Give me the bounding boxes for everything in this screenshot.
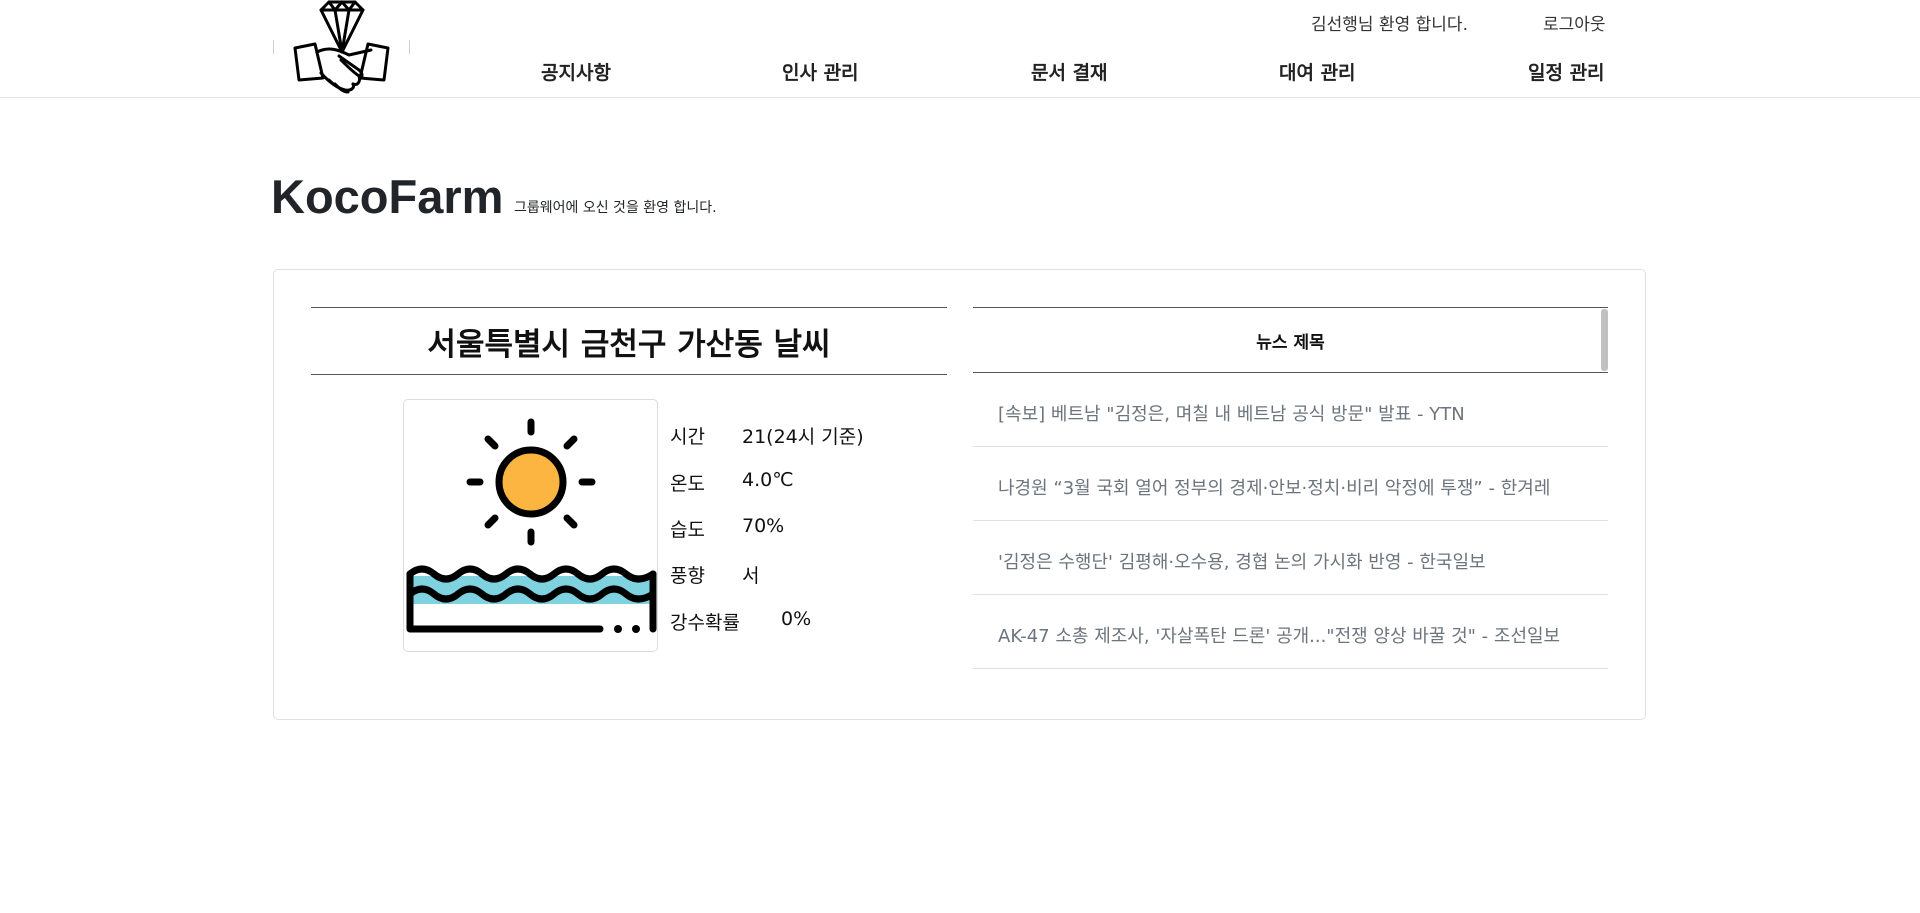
nav-hr-management[interactable]: 인사 관리 [782, 58, 859, 85]
news-item-title[interactable]: [속보] 베트남 "김정은, 며칠 내 베트남 공식 방문" 발표 - YTN [998, 400, 1465, 426]
nav-document-approval[interactable]: 문서 결재 [1031, 58, 1108, 85]
welcome-message: 김선행님 환영 합니다. [1311, 15, 1468, 35]
weather-value-temperature: 4.0℃ [742, 469, 794, 491]
weather-title: 서울특별시 금천구 가산동 날씨 [427, 326, 831, 363]
weather-label-time: 시간 [670, 426, 705, 448]
weather-value-wind: 서 [742, 565, 760, 587]
news-item-title[interactable]: '김정은 수행단' 김평해·오수용, 경협 논의 가시화 반영 - 한국일보 [998, 548, 1486, 574]
news-table-header: 뉴스 제목 [973, 307, 1608, 373]
logo[interactable] [273, 0, 410, 97]
logo-divider-right [409, 40, 410, 54]
nav-rental-management[interactable]: 대여 관리 [1279, 58, 1356, 85]
news-row[interactable]: '김정은 수행단' 김평해·오수용, 경협 논의 가시화 반영 - 한국일보 [973, 522, 1608, 595]
weather-value-humidity: 70% [742, 515, 785, 537]
weather-image [403, 399, 658, 652]
weather-label-precipitation: 강수확률 [670, 612, 740, 634]
news-row[interactable]: 나경원 “3월 국회 열어 정부의 경제·안보·정치·비리 악정에 투쟁” - … [973, 448, 1608, 521]
nav-schedule-management[interactable]: 일정 관리 [1528, 58, 1605, 85]
weather-label-temperature: 온도 [670, 473, 705, 495]
top-navigation-bar: 김선행님 환영 합니다. 로그아웃 공지사항 인사 관리 문서 결재 대여 관리… [0, 0, 1920, 98]
sun-over-sea-icon [406, 418, 657, 633]
logo-divider-left [273, 40, 274, 54]
news-item-title[interactable]: 나경원 “3월 국회 열어 정부의 경제·안보·정치·비리 악정에 투쟁” - … [998, 474, 1550, 500]
weather-label-wind: 풍향 [670, 565, 705, 587]
page-subtitle: 그룹웨어에 오신 것을 환영 합니다. [514, 200, 717, 216]
news-row[interactable]: [속보] 베트남 "김정은, 며칠 내 베트남 공식 방문" 발표 - YTN [973, 374, 1608, 447]
news-row[interactable]: AK-47 소총 제조사, '자살폭탄 드론' 공개..."전쟁 양상 바꿀 것… [973, 596, 1608, 669]
logout-link[interactable]: 로그아웃 [1543, 10, 1606, 35]
weather-header: 서울특별시 금천구 가산동 날씨 [311, 307, 947, 375]
page-title: KocoFarm [271, 170, 504, 223]
weather-value-precipitation: 0% [781, 608, 812, 630]
news-column-title: 뉴스 제목 [1256, 332, 1325, 353]
weather-value-time: 21(24시 기준) [742, 426, 864, 448]
nav-notice[interactable]: 공지사항 [541, 58, 611, 85]
diamond-handshake-logo-icon [293, 0, 390, 94]
news-scrollbar[interactable] [1601, 309, 1608, 371]
news-item-title[interactable]: AK-47 소총 제조사, '자살폭탄 드론' 공개..."전쟁 양상 바꿀 것… [998, 622, 1560, 648]
weather-label-humidity: 습도 [670, 519, 705, 541]
